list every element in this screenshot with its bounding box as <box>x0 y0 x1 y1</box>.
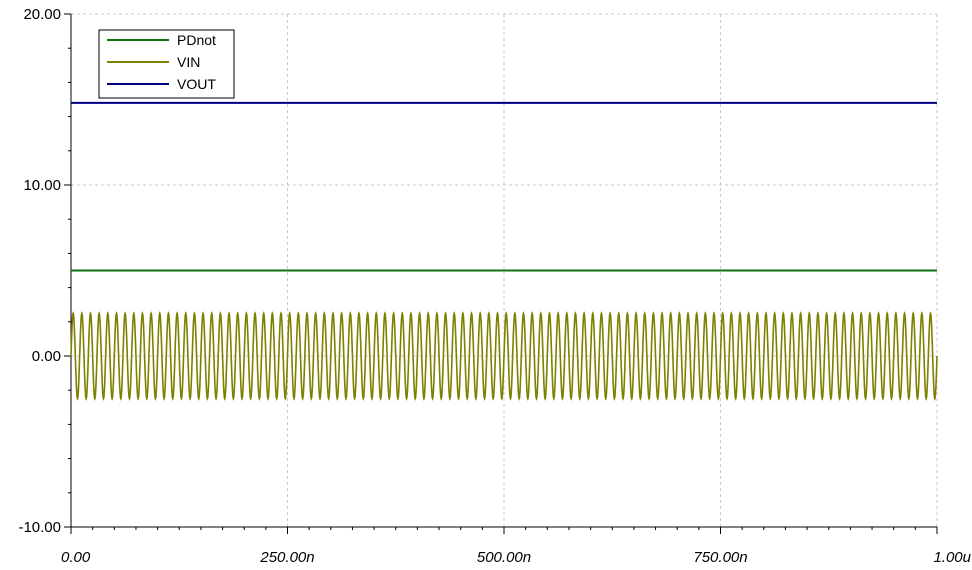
y-tick-label: 10.00 <box>23 177 61 194</box>
legend-label-vout: VOUT <box>177 76 216 92</box>
legend: PDnot VIN VOUT <box>98 29 235 99</box>
legend-label-pdnot: PDnot <box>177 32 216 48</box>
y-tick-label: 20.00 <box>23 6 61 23</box>
x-tick-label: 250.00n <box>259 549 314 566</box>
x-tick-label: 500.00n <box>477 549 531 566</box>
x-tick-label: 1.00u <box>933 549 971 566</box>
x-tick-label: 0.00 <box>61 549 91 566</box>
legend-label-vin: VIN <box>177 54 200 70</box>
waveform-chart: -10.000.0010.0020.000.00 250.00n 500.00n 75… <box>18 6 971 566</box>
y-tick-label: 0.00 <box>32 348 61 365</box>
x-tick-label: 750.00n <box>693 549 747 566</box>
y-tick-label: -10.00 <box>18 519 61 536</box>
